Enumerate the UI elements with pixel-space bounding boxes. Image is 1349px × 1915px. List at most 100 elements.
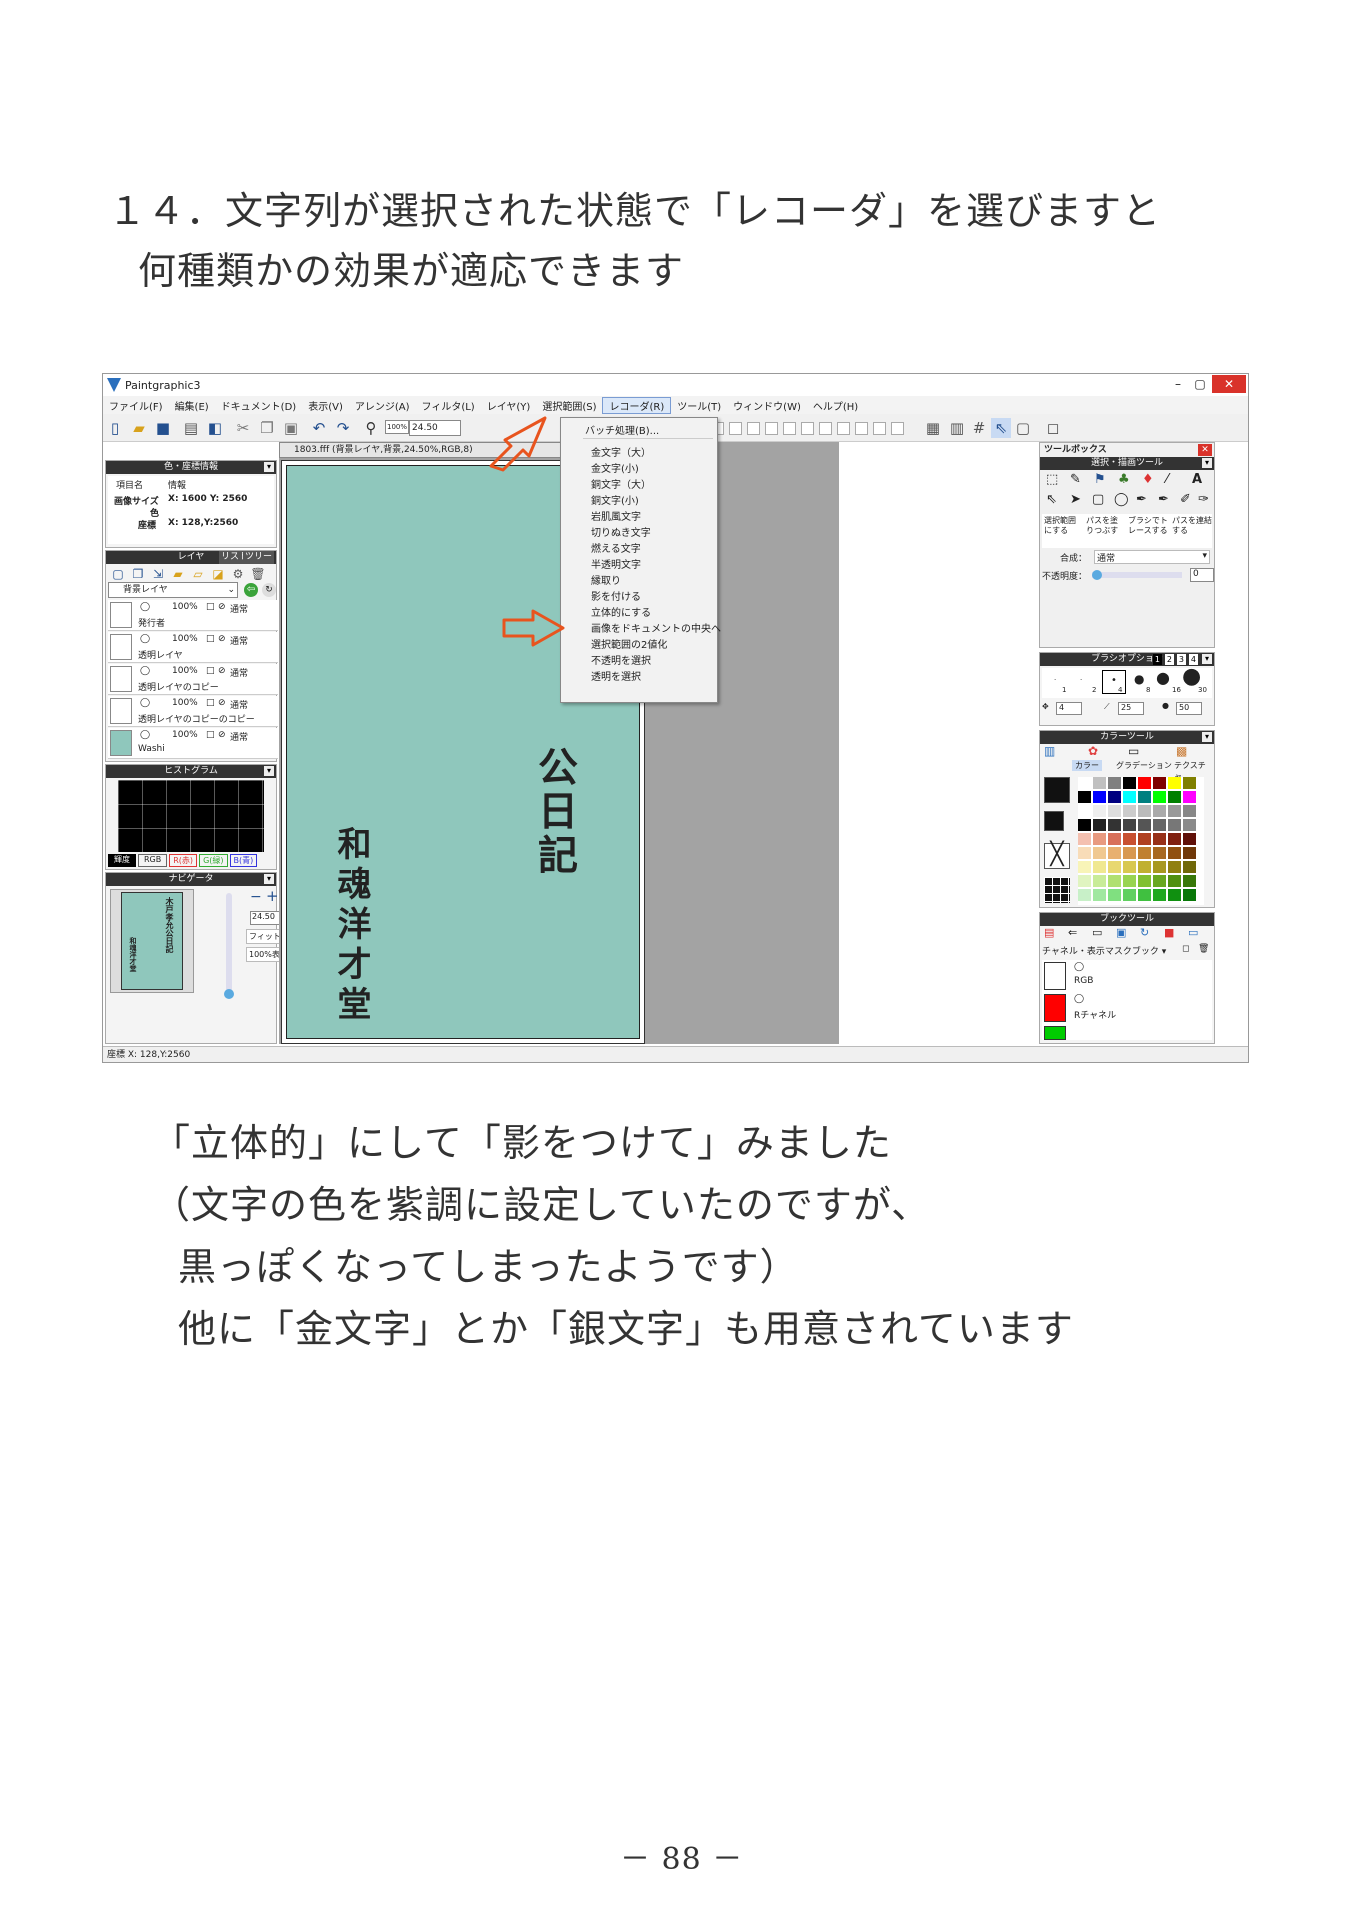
ellipse-tool-icon[interactable]: ◯ [1114, 492, 1129, 507]
toolbar-slot[interactable] [765, 422, 778, 435]
color-swatch[interactable] [1138, 833, 1151, 845]
color-swatch[interactable] [1123, 861, 1136, 873]
book-icon[interactable]: ▭ [1092, 926, 1102, 939]
color-swatch[interactable] [1078, 805, 1091, 817]
menu-item-rock[interactable]: 岩肌風文字 [591, 508, 641, 523]
color-swatch[interactable] [1108, 791, 1121, 803]
brush-field-2[interactable]: 25 [1118, 702, 1144, 715]
visible-icon[interactable]: ◯ [140, 602, 150, 612]
lock-checkbox[interactable]: □ [206, 634, 215, 644]
color-swatch[interactable] [1183, 861, 1196, 873]
channel-select[interactable]: チャネル・表示マスクブック ▾ [1042, 944, 1166, 957]
menu-tool[interactable]: ツール(T) [671, 398, 727, 413]
toolbox-close-icon[interactable]: ✕ [1198, 444, 1212, 456]
toolbar-slot[interactable] [747, 422, 760, 435]
color-swatch[interactable] [1108, 819, 1121, 831]
color-swatch[interactable] [1108, 777, 1121, 789]
color-swatch[interactable] [1153, 875, 1166, 887]
brush-field-3[interactable]: 50 [1176, 702, 1202, 715]
color-swatch[interactable] [1168, 833, 1181, 845]
color-swatch[interactable] [1108, 833, 1121, 845]
layer-row[interactable]: ◯ 100% □ ⊘ 通常 透明レイヤのコピーのコピー [108, 696, 278, 727]
maximize-button[interactable]: ▢ [1190, 375, 1210, 393]
zoom-100-button[interactable]: 100% [385, 420, 410, 434]
color-swatch[interactable] [1153, 861, 1166, 873]
close-button[interactable]: ✕ [1212, 375, 1246, 393]
visible-icon[interactable]: ◯ [140, 730, 150, 740]
brush-tool-icon[interactable]: ⁄ [1166, 472, 1168, 487]
menu-item-binarize[interactable]: 選択範囲の2値化 [591, 636, 667, 651]
color-swatch[interactable] [1078, 861, 1091, 873]
layer-row[interactable]: ◯ 100% □ ⊘ 通常 透明レイヤ [108, 632, 278, 663]
menu-item-cutout[interactable]: 切りぬき文字 [591, 524, 651, 539]
color-swatch[interactable] [1123, 833, 1136, 845]
lock-checkbox[interactable]: □ [206, 730, 215, 740]
color-swatch[interactable] [1078, 847, 1091, 859]
color-swatch[interactable] [1123, 889, 1136, 901]
minimize-button[interactable]: – [1168, 375, 1188, 393]
color-swatch[interactable] [1078, 875, 1091, 887]
panel-menu-icon[interactable]: ▾ [1202, 458, 1212, 468]
menu-item-fire[interactable]: 燃える文字 [591, 540, 641, 555]
color-swatch[interactable] [1138, 777, 1151, 789]
panel-menu-icon[interactable]: ▾ [264, 462, 274, 472]
color-swatch[interactable] [1153, 819, 1166, 831]
layer-row[interactable]: ◯ 100% □ ⊘ 通常 Washi [108, 728, 278, 759]
color-swatch[interactable] [1183, 777, 1196, 789]
histogram-tab-rgb[interactable]: RGB [138, 854, 168, 867]
pen-convert-icon[interactable]: ✑ [1198, 492, 1209, 507]
open-folder-icon[interactable]: ▰ [129, 418, 149, 438]
menu-item-copper-large[interactable]: 銅文字（大） [591, 476, 651, 491]
text-tool-icon[interactable]: A [1192, 472, 1202, 487]
toolbar-slot[interactable] [819, 422, 832, 435]
color-mode-icon[interactable]: ▥ [1044, 744, 1055, 758]
no-color-icon[interactable]: ╳ [1044, 843, 1070, 869]
color-swatch[interactable] [1183, 847, 1196, 859]
visible-icon[interactable]: ◯ [140, 634, 150, 644]
color-swatch[interactable] [1108, 805, 1121, 817]
color-swatch[interactable] [1138, 889, 1151, 901]
color-swatch[interactable] [1138, 805, 1151, 817]
menu-document[interactable]: ドキュメント(D) [215, 398, 303, 413]
menu-layer[interactable]: レイヤ(Y) [481, 398, 537, 413]
menu-item-batch[interactable]: バッチ処理(B)... [585, 422, 659, 437]
menu-view[interactable]: 表示(V) [302, 398, 349, 413]
visible-icon[interactable]: ◯ [1074, 962, 1084, 972]
color-swatch[interactable] [1168, 889, 1181, 901]
menu-item-copper-small[interactable]: 銅文字(小) [591, 492, 639, 507]
color-swatch[interactable] [1153, 847, 1166, 859]
redo-icon[interactable]: ↷ [333, 418, 353, 438]
color-swatch[interactable] [1183, 819, 1196, 831]
color-swatch[interactable] [1093, 777, 1106, 789]
paste-icon[interactable]: ▣ [281, 418, 301, 438]
menu-selection[interactable]: 選択範囲(S) [536, 398, 602, 413]
fill-path-button[interactable]: パスを塗りつぶす [1086, 516, 1124, 536]
tab-gradation[interactable]: グラデーション [1114, 760, 1174, 771]
menu-item-gold-large[interactable]: 金文字（大） [591, 444, 651, 459]
grid-view-icon[interactable]: ▦ [923, 418, 943, 438]
toolbar-slot[interactable] [873, 422, 886, 435]
mask-icon[interactable]: ⇐ [1068, 926, 1077, 939]
brush-size-16-dot[interactable]: ● [1156, 668, 1170, 687]
foreground-color[interactable] [1044, 777, 1070, 803]
new-layer-icon[interactable]: ▢ [108, 564, 128, 584]
color-swatch[interactable] [1168, 861, 1181, 873]
background-color[interactable] [1044, 811, 1064, 831]
toolbar-slot[interactable] [729, 422, 742, 435]
book-window-icon[interactable]: ▭ [1188, 926, 1198, 939]
color-swatch[interactable] [1108, 875, 1121, 887]
menu-file[interactable]: ファイル(F) [103, 398, 169, 413]
color-swatch[interactable] [1093, 791, 1106, 803]
color-swatch[interactable] [1183, 875, 1196, 887]
brush-tab-1[interactable]: 1 [1152, 654, 1162, 665]
menu-item-select-transparent[interactable]: 透明を選択 [591, 668, 641, 683]
layer-row[interactable]: ◯ 100% □ ⊘ 通常 発行者 [108, 600, 278, 631]
color-swatch[interactable] [1093, 889, 1106, 901]
opacity-input[interactable]: 0 [1190, 568, 1214, 582]
blend-select[interactable]: 通常 ▾ [1094, 550, 1210, 564]
menu-edit[interactable]: 編集(E) [169, 398, 215, 413]
magic-wand-icon[interactable]: ⚑ [1094, 472, 1106, 487]
tab-color[interactable]: カラー [1072, 760, 1102, 771]
hash-grid-icon[interactable]: # [969, 418, 989, 438]
color-swatch[interactable] [1123, 777, 1136, 789]
